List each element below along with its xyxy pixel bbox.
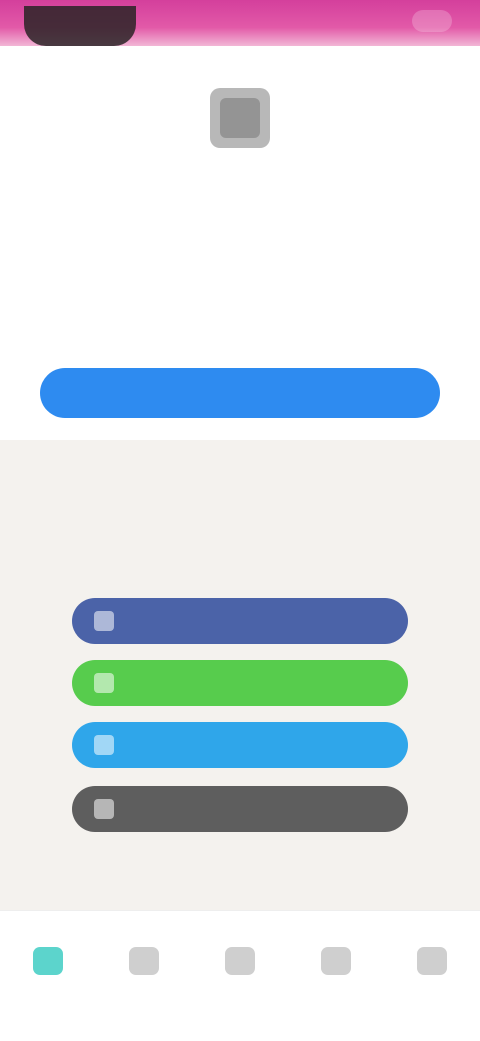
more-button[interactable] [412,10,452,32]
tab-profile[interactable] [384,929,480,1019]
facebook-icon [94,611,114,631]
top-app-bar [0,0,480,46]
primary-login-button[interactable] [40,368,440,418]
twitter-login-button[interactable] [72,722,408,768]
github-login-button[interactable] [72,786,408,832]
message-icon [321,947,351,975]
facebook-login-button[interactable] [72,598,408,644]
app-logo-icon [210,88,270,148]
discover-icon [129,947,159,975]
github-icon [94,799,114,819]
add-icon [225,947,255,975]
home-icon [33,947,63,975]
tab-discover[interactable] [96,929,192,1019]
profile-icon [417,947,447,975]
tab-add[interactable] [192,929,288,1019]
back-button[interactable] [24,6,136,46]
tab-home[interactable] [0,929,96,1019]
bottom-tab-bar [0,910,480,1041]
wechat-icon [94,673,114,693]
twitter-icon [94,735,114,755]
wechat-login-button[interactable] [72,660,408,706]
tab-message[interactable] [288,929,384,1019]
app-logo-mark [220,98,260,138]
